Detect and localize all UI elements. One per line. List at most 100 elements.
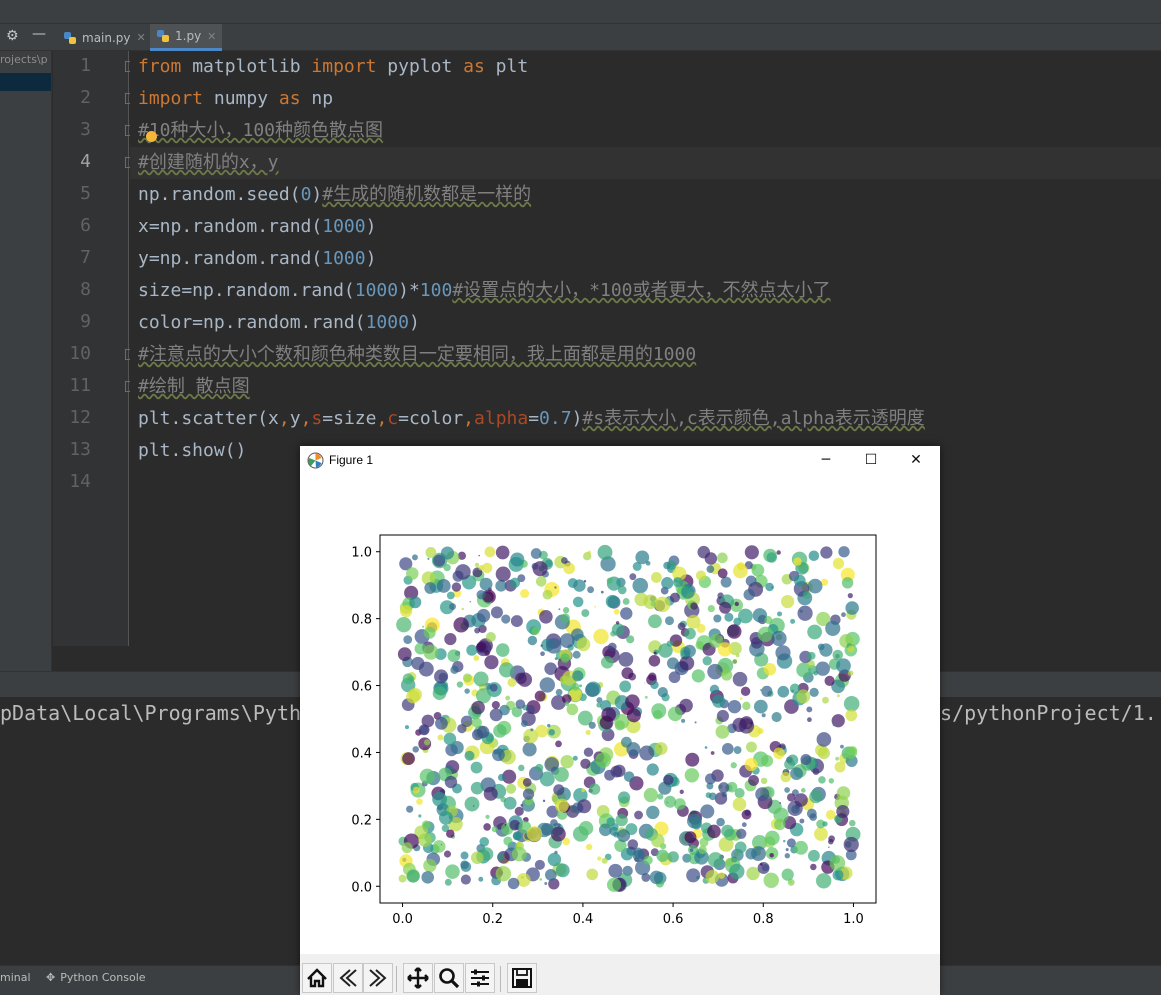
scatter-point xyxy=(733,746,742,754)
scatter-point xyxy=(511,846,527,862)
scatter-point xyxy=(629,573,637,581)
home-button[interactable] xyxy=(302,963,332,993)
code-token: size=np.random.rand( xyxy=(138,280,355,301)
scatter-point xyxy=(836,658,851,674)
scatter-point xyxy=(763,872,779,889)
code-line[interactable]: plt.scatter(x,y,s=size,c=color,alpha=0.7… xyxy=(138,403,925,435)
tab-label: main.py xyxy=(82,30,131,45)
scatter-point xyxy=(666,640,673,647)
scatter-point xyxy=(423,739,431,746)
collapse-icon[interactable]: — xyxy=(32,26,46,42)
code-token: ) xyxy=(408,312,420,333)
scatter-point xyxy=(497,853,504,861)
scatter-point xyxy=(634,810,643,820)
scatter-point xyxy=(474,562,480,568)
scatter-point xyxy=(411,656,425,670)
scatter-point xyxy=(650,572,662,583)
scatter-point xyxy=(577,799,592,814)
python-console-tab[interactable]: ✥ Python Console xyxy=(46,971,146,984)
gear-icon[interactable]: ⚙ xyxy=(6,28,19,44)
scatter-point xyxy=(841,577,854,589)
scatter-point xyxy=(423,858,437,873)
scatter-point xyxy=(707,604,715,613)
scatter-point xyxy=(576,637,591,652)
scatter-point xyxy=(698,845,707,855)
project-selected-row[interactable] xyxy=(0,73,51,91)
figure-toolbar xyxy=(300,954,940,995)
scatter-point xyxy=(558,815,560,817)
scatter-point xyxy=(485,632,496,642)
tab-1-py[interactable]: 1.py ✕ xyxy=(150,24,223,51)
code-token: ) xyxy=(571,408,583,429)
scatter-point xyxy=(479,836,490,847)
scatter-point xyxy=(542,799,546,803)
scatter-plot[interactable]: 0.0 0.2 0.4 0.6 0.8 1.0 0.0 0.2 0.4 0.6 0.8 1.0 xyxy=(300,476,940,954)
scatter-point xyxy=(706,565,715,573)
scatter-point xyxy=(648,614,662,629)
scatter-point xyxy=(419,768,435,784)
scatter-point xyxy=(484,655,499,670)
scatter-point xyxy=(438,810,453,825)
save-button[interactable] xyxy=(507,963,537,993)
scatter-point xyxy=(717,552,728,564)
scatter-point xyxy=(567,578,578,588)
scatter-point xyxy=(446,829,455,838)
scatter-point xyxy=(697,545,711,559)
scatter-point xyxy=(479,577,493,591)
scatter-point xyxy=(585,681,601,697)
code-line[interactable]: color=np.random.rand(1000) xyxy=(138,307,420,339)
code-line[interactable]: #创建随机的x，y xyxy=(138,147,279,179)
scatter-point xyxy=(618,651,634,667)
scatter-point xyxy=(639,745,655,761)
code-line[interactable]: x=np.random.rand(1000) xyxy=(138,211,376,243)
code-line[interactable]: np.random.seed(0)#生成的随机数都是一样的 xyxy=(138,179,531,211)
scatter-point xyxy=(607,642,617,652)
scatter-point xyxy=(717,642,733,657)
tab-main-py[interactable]: main.py ✕ xyxy=(57,24,152,51)
maximize-icon[interactable]: ☐ xyxy=(859,450,883,470)
scatter-point xyxy=(460,851,469,860)
close-icon[interactable]: ✕ xyxy=(904,450,928,470)
scatter-point xyxy=(825,620,841,636)
zoom-button[interactable] xyxy=(434,963,464,993)
terminal-tab[interactable]: minal xyxy=(0,971,31,984)
scatter-point xyxy=(760,863,763,866)
lightbulb-icon[interactable] xyxy=(146,131,157,142)
scatter-point xyxy=(583,580,587,583)
code-line[interactable]: #10种大小，100种颜色散点图 xyxy=(138,115,383,147)
y-tick-label: 0.8 xyxy=(351,613,372,628)
scatter-point xyxy=(732,671,748,687)
scatter-point xyxy=(461,607,464,611)
code-line[interactable]: plt.show() xyxy=(138,435,246,467)
code-line[interactable]: import numpy as np xyxy=(138,83,333,115)
code-line[interactable]: size=np.random.rand(1000)*100#设置点的大小，*10… xyxy=(138,275,831,307)
scatter-point xyxy=(554,657,558,661)
scatter-point xyxy=(444,775,458,789)
scatter-point xyxy=(560,613,570,623)
close-icon[interactable]: ✕ xyxy=(137,31,146,44)
scatter-point xyxy=(724,612,734,622)
scatter-point xyxy=(650,680,659,690)
close-icon[interactable]: ✕ xyxy=(207,30,216,43)
scatter-point xyxy=(836,694,840,698)
minimize-icon[interactable]: ─ xyxy=(814,450,838,470)
configure-button[interactable] xyxy=(465,963,495,993)
scatter-point xyxy=(741,809,752,820)
y-tick-label: 0.6 xyxy=(351,680,372,695)
forward-button[interactable] xyxy=(363,963,393,993)
scatter-point xyxy=(734,788,745,799)
code-line[interactable]: #绘制 散点图 xyxy=(138,371,250,403)
code-line[interactable]: from matplotlib import pyplot as plt xyxy=(138,51,528,83)
back-button[interactable] xyxy=(333,963,363,993)
scatter-point xyxy=(646,805,660,820)
scatter-point xyxy=(440,844,442,846)
scatter-point xyxy=(483,823,491,831)
scatter-point xyxy=(585,729,591,735)
code-line[interactable]: y=np.random.rand(1000) xyxy=(138,243,376,275)
pan-button[interactable] xyxy=(403,963,433,993)
scatter-point xyxy=(843,836,859,853)
scatter-point xyxy=(539,610,553,624)
code-line[interactable]: #注意点的大小个数和颜色种类数目一定要相同，我上面都是用的1000 xyxy=(138,339,696,371)
scatter-point xyxy=(765,582,774,592)
line-number: 3 xyxy=(80,119,91,140)
